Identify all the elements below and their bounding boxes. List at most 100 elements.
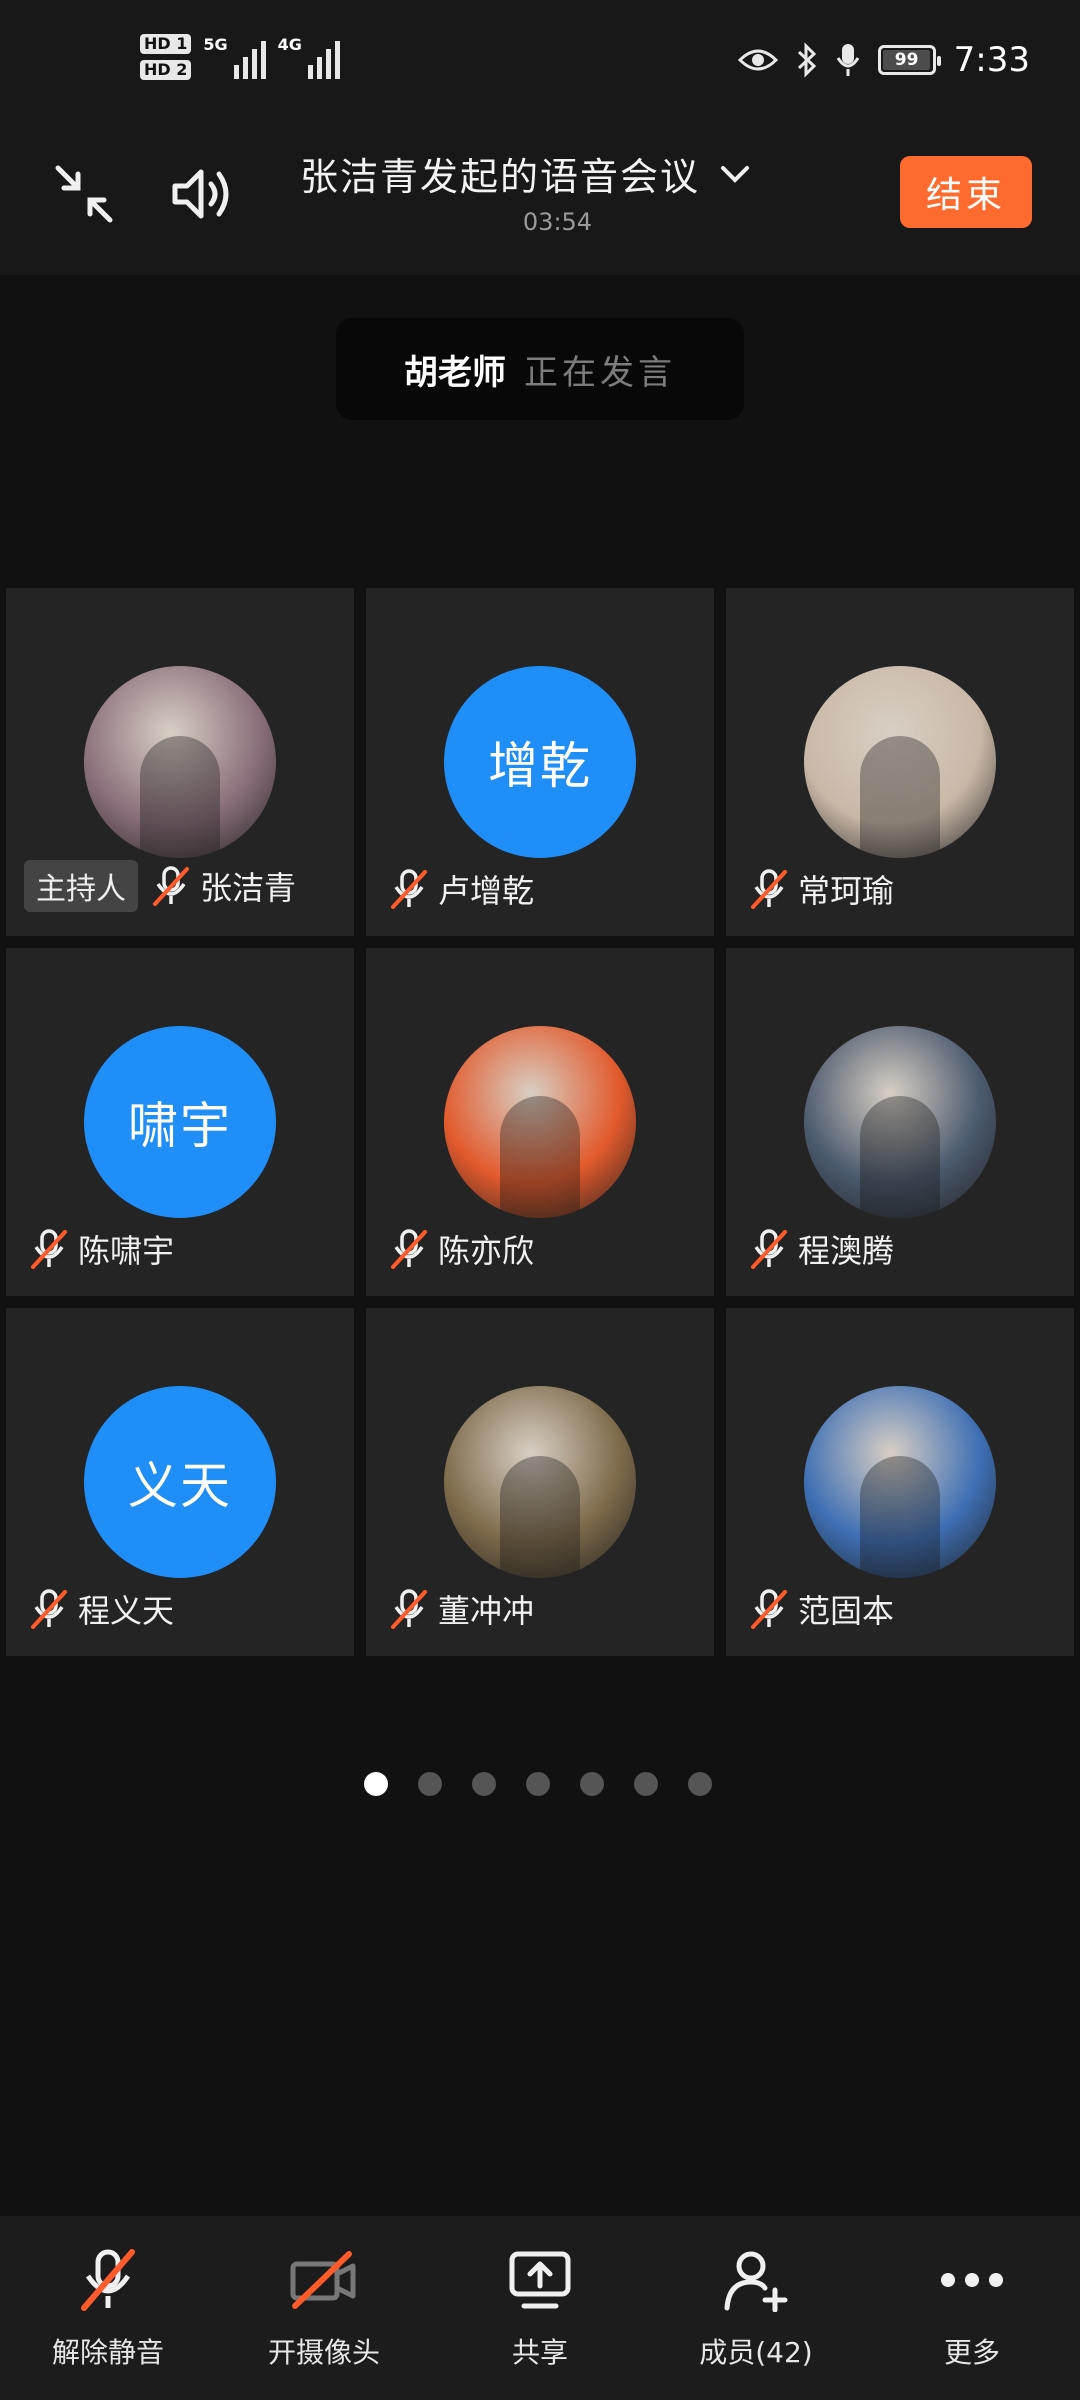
mute-status [750,869,788,909]
avatar [804,666,996,858]
page-dot[interactable] [526,1772,550,1796]
participant-name: 程澳腾 [798,1232,895,1270]
avatar-initials: 增乾 [488,737,592,795]
minimize-button[interactable] [48,158,120,230]
participant-label: 董冲冲 [390,1586,534,1632]
participant-name: 张洁青 [200,869,297,907]
page-dot[interactable] [634,1772,658,1796]
participant-tile[interactable]: 主持人 张洁青 [6,588,354,936]
chevron-down-icon [721,165,750,183]
mic-muted-icon [81,2249,135,2311]
more-button[interactable]: 更多 [872,2245,1072,2371]
avatar-initials: 啸宇 [128,1097,232,1155]
share-screen-icon [509,2251,571,2309]
avatar [444,1026,636,1218]
signal-4g-icon: 4G [278,35,340,79]
participant-tile[interactable]: 程澳腾 [726,948,1074,1296]
active-speaker-banner: 胡老师 正在发言 [336,318,744,420]
mic-muted-icon [751,1229,787,1269]
participant-label: 陈啸宇 [30,1226,174,1272]
camera-label: 开摄像头 [267,2336,380,2369]
speaker-volume-icon [172,169,229,219]
host-badge: 主持人 [24,860,138,912]
page-dot[interactable] [580,1772,604,1796]
participant-label: 程义天 [30,1586,174,1632]
participant-tile[interactable]: 陈亦欣 [366,948,714,1296]
camera-button[interactable]: 开摄像头 [224,2245,424,2371]
avatar-photo [500,1096,580,1218]
participant-grid: 主持人 张洁青 增乾 卢增乾 常珂瑜 啸宇 陈啸宇 陈亦欣 程澳腾 义天 程义天 董冲冲 范固本 [6,588,1074,1656]
unmute-label: 解除静音 [51,2336,164,2369]
add-member-icon [724,2251,788,2312]
participant-name: 范固本 [798,1592,895,1630]
participant-tile[interactable]: 常珂瑜 [726,588,1074,936]
signal-5g-icon: 5G [203,35,266,79]
status-bar: HD 1 HD 2 5G 4G 99 7:33 [0,0,1080,120]
share-button[interactable]: 共享 [440,2245,640,2371]
participant-name: 陈亦欣 [438,1232,535,1270]
avatar: 义天 [84,1386,276,1578]
avatar-photo [860,1456,940,1578]
speaker-button[interactable] [168,158,240,230]
bluetooth-icon [797,42,816,78]
avatar-photo [140,736,220,858]
participant-name: 陈啸宇 [78,1232,175,1270]
page-dot[interactable] [418,1772,442,1796]
mute-status [390,1229,428,1269]
mute-status [152,866,190,906]
end-meeting-button[interactable]: 结束 [900,156,1032,228]
avatar-photo [860,1096,940,1218]
avatar [804,1386,996,1578]
participant-name: 卢增乾 [438,872,535,910]
page-dot[interactable] [364,1772,388,1796]
mic-muted-icon [391,1589,427,1629]
mic-muted-icon [31,1589,67,1629]
status-right: 99 7:33 [737,40,1030,80]
participant-tile[interactable]: 范固本 [726,1308,1074,1656]
avatar-photo [860,736,940,858]
eye-icon [737,49,778,71]
avatar: 啸宇 [84,1026,276,1218]
participant-name: 程义天 [78,1592,175,1630]
participant-tile[interactable]: 增乾卢增乾 [366,588,714,936]
participant-label: 陈亦欣 [390,1226,534,1272]
mic-muted-icon [391,1229,427,1269]
participant-label: 常珂瑜 [750,866,894,912]
mute-status [30,1589,68,1629]
page-dot[interactable] [472,1772,496,1796]
battery-level: 99 [894,50,919,70]
mic-muted-icon [153,866,189,906]
participant-name: 董冲冲 [438,1592,535,1630]
participant-label: 程澳腾 [750,1226,894,1272]
clock: 7:33 [953,40,1030,80]
more-label: 更多 [943,2336,1000,2369]
participant-name: 常珂瑜 [798,872,895,910]
participant-tile[interactable]: 义天程义天 [6,1308,354,1656]
active-speaker-status: 正在发言 [524,352,676,393]
mic-muted-icon [751,869,787,909]
camera-off-icon [290,2251,356,2309]
bottom-toolbar: 解除静音 开摄像头 共享 成员(42) 更多 [0,2216,1080,2400]
avatar-photo [500,1456,580,1578]
network-5g-label: 5G [203,35,228,54]
participant-label: 主持人 张洁青 [24,860,297,912]
mute-status [750,1229,788,1269]
more-dots-icon [941,2273,1003,2287]
participant-label: 卢增乾 [390,866,534,912]
page-indicator [364,1772,712,1796]
participant-tile[interactable]: 啸宇陈啸宇 [6,948,354,1296]
page-dot[interactable] [688,1772,712,1796]
microphone-icon [836,44,859,76]
sim1-badge: HD 1 [140,34,192,54]
minimize-arrows-icon [55,165,113,223]
participant-tile[interactable]: 董冲冲 [366,1308,714,1656]
meeting-title[interactable]: 张洁青发起的语音会议 [300,146,750,201]
avatar [804,1026,996,1218]
mute-status [30,1229,68,1269]
members-button[interactable]: 成员(42) [656,2245,856,2371]
unmute-button[interactable]: 解除静音 [8,2245,208,2371]
signal-group: HD 1 HD 2 5G 4G [140,34,340,80]
mic-muted-icon [31,1229,67,1269]
network-4g-label: 4G [277,35,302,54]
members-label: 成员(42) [699,2336,813,2369]
